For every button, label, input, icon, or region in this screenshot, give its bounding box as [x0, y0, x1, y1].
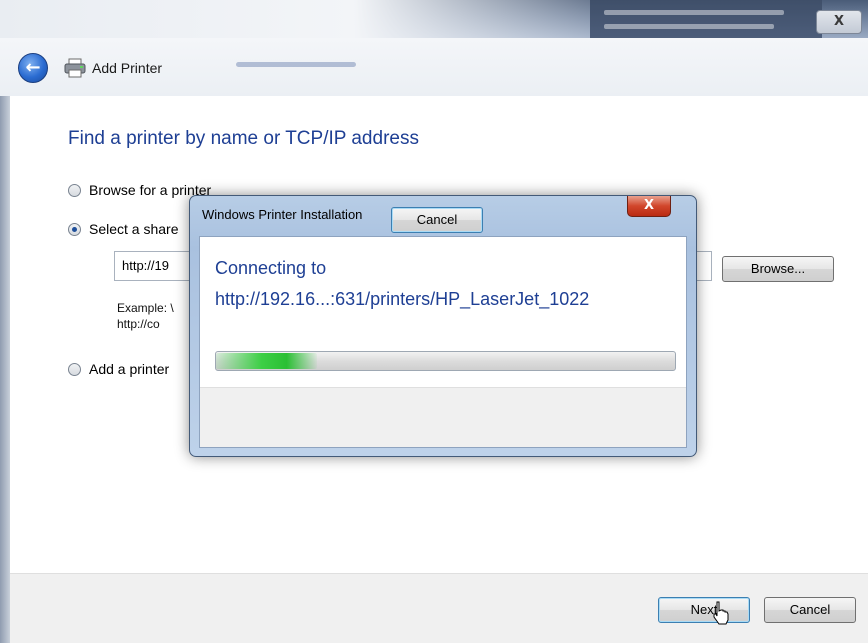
option-select-share[interactable]: Select a share [68, 221, 179, 237]
window-close-button[interactable]: X [816, 10, 862, 34]
blurred-breadcrumb [236, 62, 356, 67]
printer-icon [64, 58, 86, 78]
radio-browse[interactable] [68, 183, 81, 197]
connection-progress-bar [215, 351, 676, 371]
mouse-cursor-icon [713, 601, 729, 625]
window-title: Add Printer [92, 60, 163, 76]
back-button[interactable]: ← [18, 53, 48, 83]
dialog-body: Connecting to http://192.16...:631/print… [199, 236, 687, 448]
browse-button[interactable]: Browse... [722, 256, 834, 282]
option-select-share-label: Select a share [89, 221, 179, 237]
dialog-title: Windows Printer Installation [202, 207, 363, 222]
dialog-button-area [200, 387, 686, 447]
dialog-cancel-button[interactable]: Cancel [391, 207, 483, 233]
option-browse[interactable]: Browse for a printer [68, 182, 211, 198]
option-add-printer-label: Add a printer [89, 361, 170, 377]
cancel-button[interactable]: Cancel [764, 597, 856, 623]
connecting-url: http://192.16...:631/printers/HP_LaserJe… [215, 289, 590, 309]
connecting-label: Connecting to [215, 258, 327, 278]
dialog-close-button[interactable]: X [627, 196, 671, 217]
printer-installation-dialog: Windows Printer Installation X Connectin… [189, 195, 697, 457]
radio-add-printer[interactable] [68, 362, 81, 376]
radio-select-share[interactable] [68, 222, 81, 236]
option-add-printer[interactable]: Add a printer [68, 361, 169, 377]
next-button[interactable]: Next [658, 597, 750, 623]
progress-indicator [216, 353, 317, 369]
back-arrow-icon: ← [25, 57, 41, 78]
example-text: Example: \ http://co [117, 301, 174, 331]
window-left-border [0, 96, 10, 643]
page-heading: Find a printer by name or TCP/IP address [68, 128, 419, 149]
